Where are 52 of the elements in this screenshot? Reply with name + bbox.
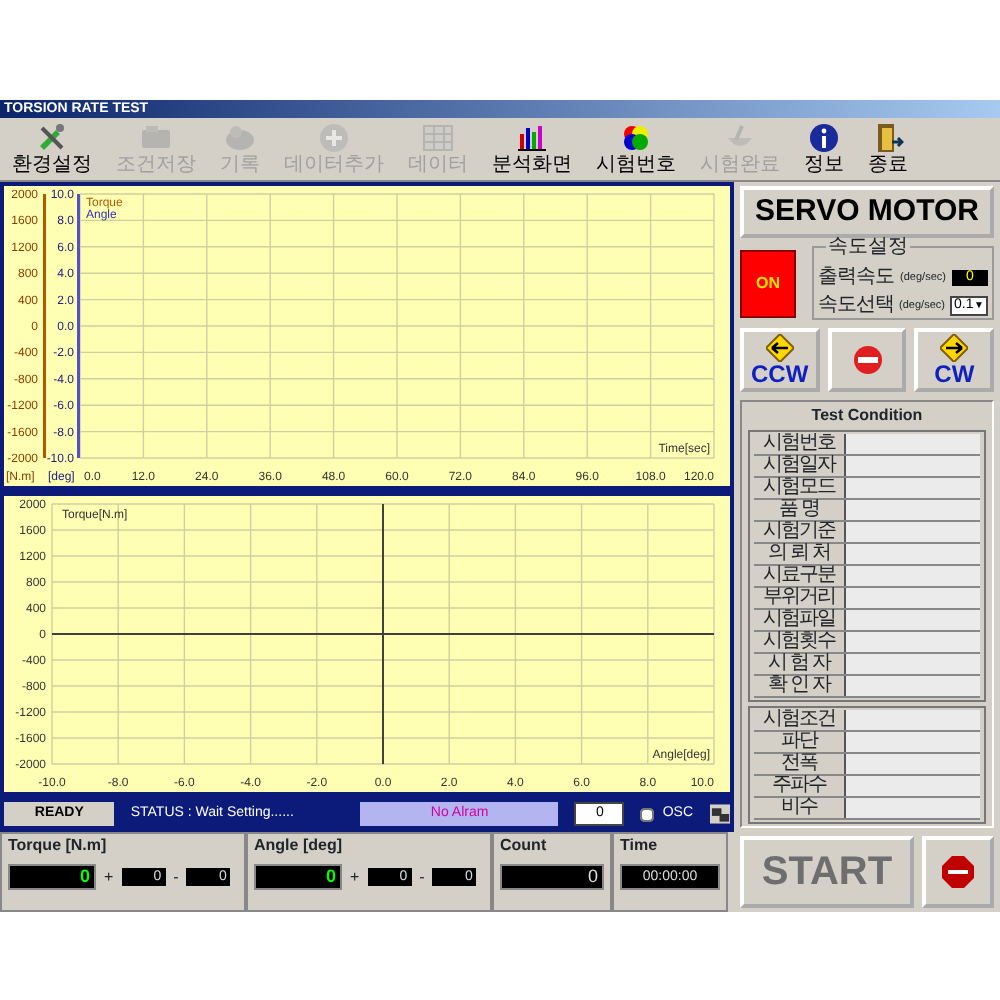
stop-sign-icon bbox=[942, 856, 974, 888]
folder-icon bbox=[140, 122, 172, 154]
value-display: 0 bbox=[8, 864, 96, 890]
ccw-button[interactable]: CCW bbox=[740, 328, 820, 392]
color-circles-icon bbox=[620, 122, 652, 154]
panel-title: SERVO MOTOR bbox=[740, 186, 994, 238]
plus-icon bbox=[318, 122, 350, 154]
sign-label: + bbox=[350, 865, 360, 889]
group-title: 속도설정 bbox=[826, 238, 910, 258]
sign-label: - bbox=[419, 865, 425, 889]
exit-door-icon bbox=[872, 122, 904, 154]
value-field bbox=[846, 522, 980, 542]
power-indicator: ON bbox=[740, 249, 796, 317]
value-field bbox=[846, 566, 980, 586]
value-display: 0 bbox=[254, 864, 342, 890]
count-display: 0 bbox=[500, 864, 604, 890]
value-field bbox=[846, 610, 980, 630]
bar-chart-icon bbox=[516, 122, 548, 154]
value-field bbox=[846, 434, 980, 454]
value-field bbox=[846, 456, 980, 476]
value-field bbox=[846, 676, 980, 696]
value-field bbox=[846, 588, 980, 608]
grid-icon bbox=[422, 122, 454, 154]
value-field bbox=[846, 500, 980, 520]
value-field bbox=[846, 732, 980, 752]
value-field bbox=[846, 754, 980, 774]
field-label: 속도선택 bbox=[818, 296, 894, 316]
stop-button[interactable] bbox=[922, 836, 994, 908]
stop-icon bbox=[851, 344, 883, 376]
readout-title: Angle [deg] bbox=[254, 836, 344, 856]
sign-label: - bbox=[173, 865, 179, 889]
readout-title: Torque [N.m] bbox=[8, 836, 109, 856]
value-field bbox=[846, 798, 980, 818]
left-arrow-icon bbox=[765, 333, 794, 361]
section-title: Test Condition bbox=[809, 404, 925, 426]
window-icon[interactable] bbox=[709, 804, 731, 824]
right-arrow-icon bbox=[940, 333, 969, 361]
value-field bbox=[846, 776, 980, 796]
sign-label: + bbox=[104, 865, 114, 889]
value-field bbox=[846, 632, 980, 652]
info-icon bbox=[808, 122, 840, 154]
field-label: 출력속도 bbox=[818, 268, 894, 288]
cw-button[interactable]: CW bbox=[914, 328, 995, 392]
value-field bbox=[846, 478, 980, 498]
value-field bbox=[846, 710, 980, 730]
tools-icon bbox=[36, 122, 68, 154]
readout-title: Count bbox=[500, 836, 549, 856]
value-field bbox=[846, 654, 980, 674]
osc-checkbox[interactable] bbox=[640, 807, 655, 821]
stop-button[interactable] bbox=[827, 328, 907, 392]
value-field bbox=[846, 544, 980, 564]
readout-title: Time bbox=[620, 836, 660, 856]
